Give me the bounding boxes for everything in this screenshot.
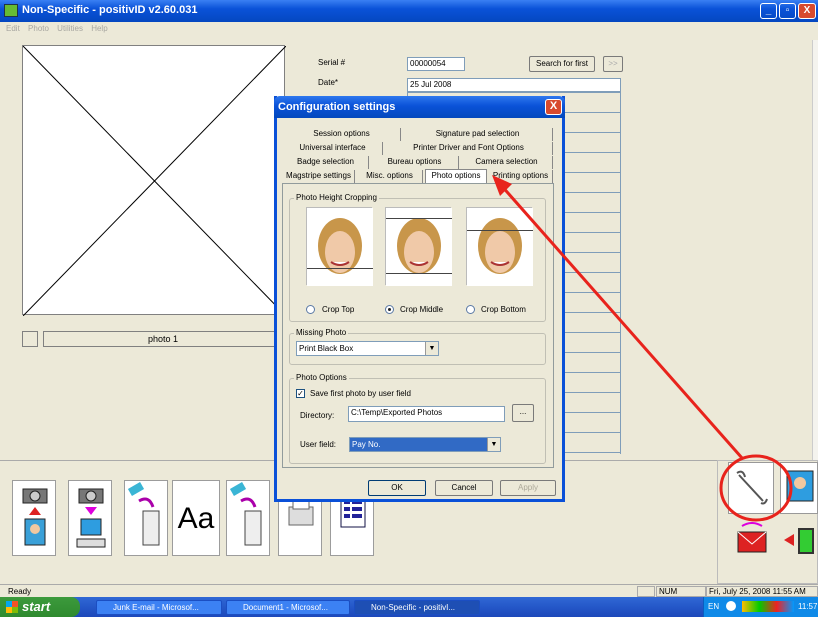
tab-printer-driver[interactable]: Printer Driver and Font Options <box>385 142 553 155</box>
send-email-button[interactable] <box>732 522 772 562</box>
crop-bottom-label[interactable]: Crop Bottom <box>481 305 526 314</box>
crop-top-label[interactable]: Crop Top <box>322 305 354 314</box>
ok-button[interactable]: OK <box>368 480 426 496</box>
tab-printing-options[interactable]: Printing options <box>489 170 553 183</box>
menu-bar: Edit Photo Utilities Help <box>0 22 818 36</box>
date-label: Date* <box>318 78 339 87</box>
tab-bureau-options[interactable]: Bureau options <box>371 156 459 169</box>
status-empty-panel <box>637 586 655 597</box>
face-portrait-icon <box>307 208 373 286</box>
crop-group-label: Photo Height Cropping <box>294 193 379 202</box>
search-first-button[interactable]: Search for first <box>529 56 595 72</box>
serial-field[interactable]: 00000054 <box>407 57 465 71</box>
close-button[interactable]: X <box>798 3 816 19</box>
browse-button[interactable]: ... <box>512 404 534 422</box>
status-bar: Ready NUM Fri, July 25, 2008 11:55 AM <box>0 584 818 597</box>
exit-button[interactable] <box>780 522 818 562</box>
export-card-button[interactable] <box>226 480 270 556</box>
person-icon <box>786 470 814 502</box>
capture-photo-button[interactable] <box>12 480 56 556</box>
crop-bottom-preview <box>466 207 533 286</box>
missing-group-label: Missing Photo <box>294 328 349 337</box>
windows-logo-icon <box>6 601 18 613</box>
start-button[interactable]: start <box>0 597 80 617</box>
date-field[interactable]: 25 Jul 2008 <box>407 78 621 92</box>
camera-upload-icon <box>22 488 48 546</box>
configuration-button[interactable] <box>728 462 774 514</box>
photo-options-group-label: Photo Options <box>294 373 349 382</box>
card-import-icon <box>127 482 160 546</box>
tab-camera-selection[interactable]: Camera selection <box>461 156 553 169</box>
user-profile-button[interactable] <box>780 462 818 514</box>
start-label: start <box>22 599 51 614</box>
dialog-title: Configuration settings <box>274 96 565 118</box>
crop-middle-label[interactable]: Crop Middle <box>400 305 443 314</box>
maximize-button[interactable]: ▫ <box>779 3 796 19</box>
status-num: NUM <box>656 586 706 597</box>
photo-empty-cross-icon <box>22 45 287 317</box>
menu-help[interactable]: Help <box>91 24 107 33</box>
crop-middle-preview <box>385 207 452 286</box>
photo-label: photo 1 <box>43 331 283 347</box>
tab-magstripe-settings[interactable]: Magstripe settings <box>283 170 355 183</box>
capture-to-screen-button[interactable] <box>68 480 112 556</box>
directory-input[interactable]: C:\Temp\Exported Photos <box>348 406 505 422</box>
save-first-checkbox[interactable]: ✓ <box>296 389 305 398</box>
tray-expand-icon[interactable] <box>726 601 736 611</box>
missing-photo-select[interactable]: Print Black Box ▼ <box>296 341 439 356</box>
text-tool-button[interactable]: Aa <box>172 480 220 556</box>
wrench-icon <box>736 470 768 505</box>
clock: 11:57 <box>798 602 818 611</box>
crop-bottom-radio[interactable] <box>466 305 475 314</box>
crop-top-preview <box>306 207 373 286</box>
missing-photo-value: Print Black Box <box>299 344 354 353</box>
photo-select-checkbox[interactable] <box>22 331 38 347</box>
user-field-value: Pay No. <box>352 440 381 449</box>
language-indicator[interactable]: EN <box>708 602 719 611</box>
window-title-bar: Non-Specific - positivID v2.60.031 _ ▫ X <box>0 0 818 22</box>
camera-screen-icon <box>76 488 106 548</box>
tab-session-options[interactable]: Session options <box>283 128 401 141</box>
exit-door-icon <box>784 528 814 554</box>
crop-top-radio[interactable] <box>306 305 315 314</box>
menu-photo[interactable]: Photo <box>28 24 49 33</box>
status-text: Ready <box>8 587 32 596</box>
chevron-down-icon[interactable]: ▼ <box>425 342 438 355</box>
next-button[interactable]: >> <box>603 56 623 72</box>
menu-edit[interactable]: Edit <box>6 24 20 33</box>
tray-icons[interactable] <box>742 601 794 612</box>
face-portrait-icon <box>386 208 452 286</box>
scrollbar[interactable] <box>812 40 818 460</box>
minimize-button[interactable]: _ <box>760 3 777 19</box>
save-first-label[interactable]: Save first photo by user field <box>310 389 411 398</box>
user-field-label: User field: <box>300 440 337 449</box>
cancel-button[interactable]: Cancel <box>435 480 493 496</box>
taskbar-item-document1[interactable]: Document1 - Microsof... <box>226 600 350 615</box>
dialog-close-button[interactable]: X <box>545 99 562 115</box>
taskbar-item-junk-email[interactable]: Junk E-mail - Microsof... <box>96 600 222 615</box>
crop-middle-radio[interactable] <box>385 305 394 314</box>
import-card-button[interactable] <box>124 480 168 556</box>
taskbar-item-positivid[interactable]: Non-Specific - positivI... <box>354 600 480 615</box>
tab-signature-pad[interactable]: Signature pad selection <box>403 128 553 141</box>
user-field-select[interactable]: Pay No. ▼ <box>349 437 501 452</box>
apply-button[interactable]: Apply <box>500 480 556 496</box>
window-title: Non-Specific - positivID v2.60.031 <box>22 4 198 16</box>
status-datetime: Fri, July 25, 2008 11:55 AM <box>706 586 818 597</box>
system-tray: EN 11:57 <box>703 597 818 617</box>
tab-badge-selection[interactable]: Badge selection <box>283 156 369 169</box>
face-portrait-icon <box>467 208 533 286</box>
directory-label: Directory: <box>300 411 335 420</box>
chevron-down-icon[interactable]: ▼ <box>487 438 500 451</box>
tab-universal-interface[interactable]: Universal interface <box>283 142 383 155</box>
envelope-icon <box>737 522 767 553</box>
photo-placeholder[interactable] <box>22 45 287 317</box>
tab-misc-options[interactable]: Misc. options <box>357 170 423 183</box>
card-export-icon <box>229 482 262 546</box>
menu-utilities[interactable]: Utilities <box>57 24 83 33</box>
serial-label: Serial # <box>318 58 346 67</box>
tab-photo-options[interactable]: Photo options <box>425 169 487 184</box>
app-icon <box>4 4 18 17</box>
